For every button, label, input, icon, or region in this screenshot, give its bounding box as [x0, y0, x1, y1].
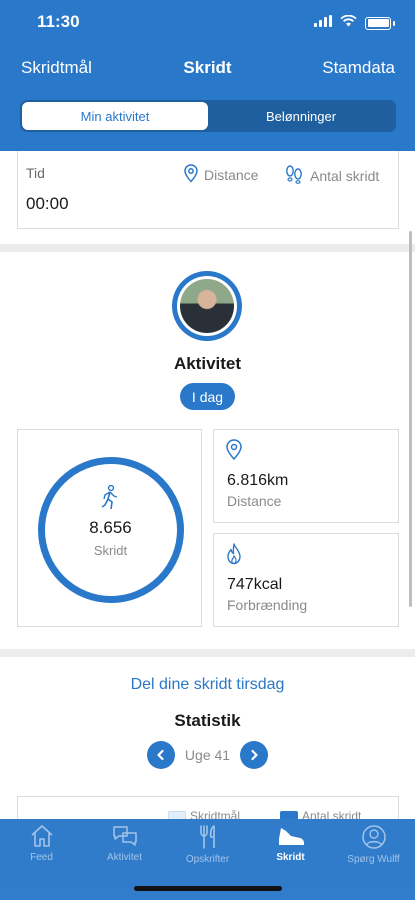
chat-bubbles-icon — [112, 826, 137, 846]
steps-label: Skridt — [93, 543, 128, 558]
tab-label: Aktivitet — [106, 852, 142, 863]
flame-icon — [226, 543, 242, 570]
statistics-title: Statistik — [174, 711, 241, 730]
status-icons — [314, 14, 395, 32]
time-value: 00:00 — [26, 194, 69, 213]
location-pin-icon — [226, 439, 242, 466]
calories-value: 747kcal — [227, 576, 283, 593]
legend-item-step-goal: Skridtmål — [168, 809, 240, 819]
tab-label: Opskrifter — [185, 854, 230, 865]
location-pin-icon — [184, 164, 198, 186]
section-separator — [0, 649, 415, 657]
tab-recipes[interactable]: Opskrifter — [166, 824, 249, 865]
tab-label: Skridt — [276, 852, 305, 863]
legend-swatch — [168, 811, 186, 819]
fork-knife-icon — [199, 825, 215, 849]
battery-icon — [365, 16, 391, 30]
distance-label: Distance — [227, 493, 282, 509]
chevron-right-icon — [251, 749, 258, 761]
chevron-left-icon — [157, 749, 164, 761]
tab-steps[interactable]: Skridt — [249, 824, 332, 863]
main-content[interactable]: Tid 00:00 Distance Antal skridt Aktivite… — [0, 151, 415, 819]
walking-person-icon — [99, 484, 121, 516]
segment-my-activity[interactable]: Min aktivitet — [22, 102, 208, 130]
footprints-icon — [284, 164, 304, 187]
steps-card: 8.656 Skridt — [17, 429, 202, 627]
next-week-button[interactable] — [240, 741, 269, 769]
tab-feed[interactable]: Feed — [0, 824, 83, 863]
calories-label: Forbrænding — [227, 597, 308, 613]
time-label: Tid — [26, 165, 45, 181]
avatar-photo — [180, 279, 234, 333]
home-icon — [30, 825, 53, 847]
tab-label: Feed — [30, 852, 53, 863]
legend-item-step-count: Antal skridt — [280, 809, 361, 819]
tab-activity[interactable]: Aktivitet — [83, 824, 166, 863]
signal-icon — [314, 14, 332, 32]
legend-label: Skridtmål — [190, 809, 241, 819]
previous-week-button[interactable] — [146, 741, 175, 769]
distance-value: 6.816km — [227, 472, 289, 489]
legend-swatch — [280, 811, 298, 819]
legend-label: Antal skridt — [302, 809, 362, 819]
shoe-icon — [278, 828, 304, 845]
tab-label: Spørg Wulff — [347, 854, 400, 865]
week-navigator: Uge 41 — [0, 741, 415, 769]
activity-title: Aktivitet — [173, 354, 242, 373]
avatar-frame — [177, 276, 237, 336]
segment-rewards[interactable]: Belønninger — [208, 102, 394, 130]
avatar[interactable] — [172, 271, 242, 341]
steps-tag: Antal skridt — [284, 164, 379, 187]
status-time: 11:30 — [37, 12, 80, 31]
steps-value: 8.656 — [89, 518, 132, 537]
step-goal-nav-button[interactable]: Skridtmål — [21, 58, 92, 78]
share-steps-link[interactable]: Del dine skridt tirsdag — [0, 676, 415, 694]
section-separator — [0, 244, 415, 252]
segmented-control: Min aktivitet Belønninger — [20, 100, 396, 132]
battery-nub — [393, 20, 395, 26]
home-indicator — [134, 886, 282, 891]
distance-tag: Distance — [184, 164, 258, 186]
wifi-icon — [340, 14, 357, 32]
statistics-chart-card: Skridtmål Antal skridt — [17, 796, 399, 819]
steps-tag-label: Antal skridt — [310, 167, 380, 184]
calories-card: 747kcal Forbrænding — [213, 533, 399, 627]
app-header: 11:30 Skridtmål Skridt Stamdata Min akti… — [0, 0, 415, 151]
distance-card: 6.816km Distance — [213, 429, 399, 523]
week-label: Uge 41 — [184, 747, 231, 763]
period-button[interactable]: I dag — [180, 383, 235, 410]
master-data-nav-button[interactable]: Stamdata — [322, 58, 395, 78]
scrollbar[interactable] — [409, 231, 412, 607]
question-person-icon — [361, 825, 386, 849]
distance-tag-label: Distance — [204, 167, 259, 183]
tab-ask-wulff[interactable]: Spørg Wulff — [332, 824, 415, 865]
summary-card: Tid 00:00 Distance Antal skridt — [17, 151, 399, 229]
